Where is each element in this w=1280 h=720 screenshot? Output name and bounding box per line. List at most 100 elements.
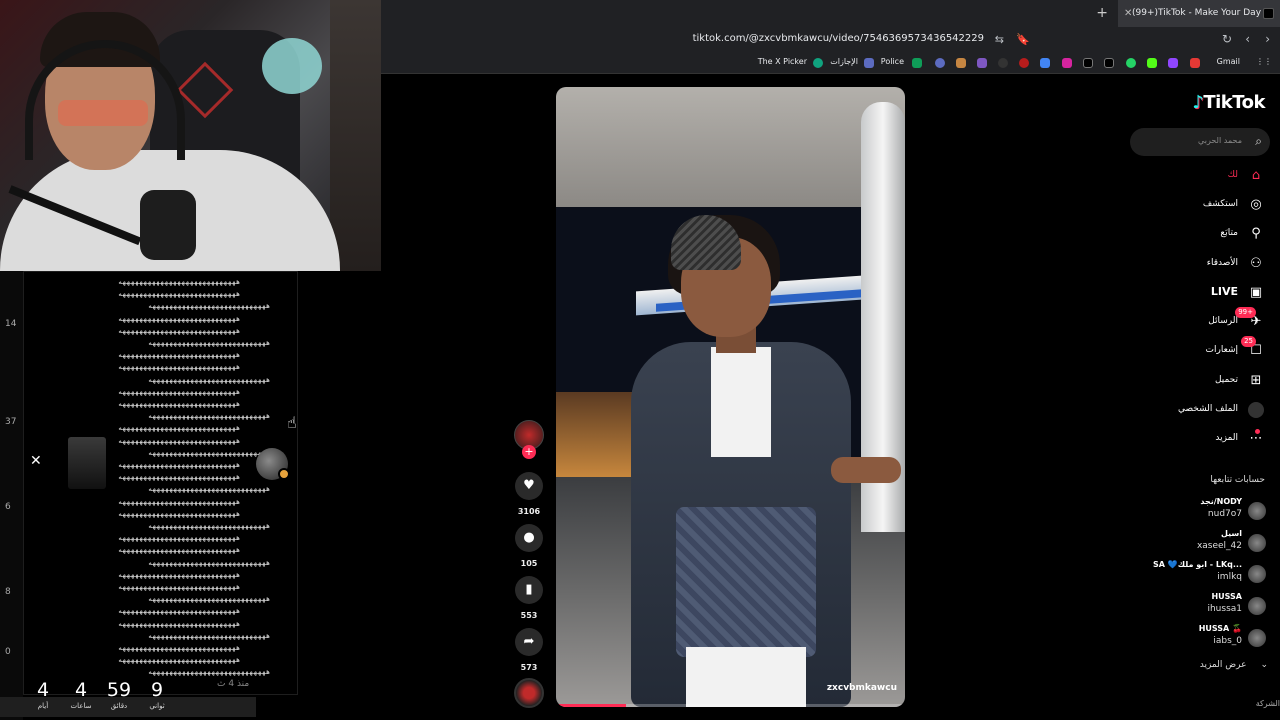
- notifications-badge: 25: [1241, 336, 1256, 347]
- see-more-button[interactable]: عرض المزيد ⌄: [1200, 660, 1268, 670]
- nav-notifications[interactable]: إشعارات ☐ 25: [1128, 336, 1268, 364]
- url-field[interactable]: tiktok.com/@zxcvbmkawcu/video/7546369573…: [693, 33, 984, 44]
- bookmark-star-icon[interactable]: 🔖: [1016, 33, 1030, 46]
- tiktok-bm-icon[interactable]: [1083, 58, 1093, 68]
- github-icon[interactable]: [998, 58, 1008, 68]
- commenter-avatar[interactable]: [256, 448, 290, 480]
- video-thumbnail[interactable]: [68, 437, 106, 489]
- nav-profile[interactable]: الملف الشخصي: [1128, 399, 1268, 423]
- account-name: SA 💙ابو ملك - LKq...: [1153, 560, 1242, 569]
- following-account[interactable]: اسيل xaseel_42: [1118, 529, 1268, 557]
- x-icon[interactable]: [1104, 58, 1114, 68]
- comment-text-line: ههههههههههههههههههههههههههههه: [118, 607, 241, 616]
- kick-icon[interactable]: [1147, 58, 1157, 68]
- translate-icon[interactable]: [1040, 58, 1050, 68]
- comment-text-line: ههههههههههههههههههههههههههههه: [148, 558, 271, 567]
- home-icon: ⌂: [1251, 168, 1261, 183]
- nav-label: الرسائل: [1208, 316, 1238, 326]
- footer-company-link[interactable]: الشركة: [1256, 699, 1280, 708]
- close-tab-icon[interactable]: ✕: [1124, 0, 1132, 27]
- microphone: [140, 190, 196, 260]
- countdown-days: 4 أيام: [24, 678, 62, 720]
- site-icon[interactable]: [1019, 58, 1029, 68]
- following-account[interactable]: نجد/NODY nud7o7: [1118, 497, 1268, 525]
- browser-tab[interactable]: ✕ (99+)TikTok - Make Your Day: [1118, 0, 1280, 27]
- search-icon[interactable]: ⌕: [1255, 134, 1262, 149]
- nav-explore[interactable]: استكشف ◎: [1128, 194, 1268, 218]
- comment-text-line: ههههههههههههههههههههههههههههه: [118, 424, 241, 433]
- account-avatar: [1248, 629, 1266, 647]
- more-dot: [1255, 429, 1260, 434]
- bookmark-police[interactable]: Police: [881, 57, 904, 66]
- logo-text: TikTok: [1203, 92, 1265, 113]
- site-settings-icon[interactable]: ⇆: [995, 33, 1004, 46]
- new-tab-icon[interactable]: +: [1096, 0, 1108, 27]
- nav-following[interactable]: متابَع ⚲: [1128, 223, 1268, 247]
- comment-text-line: ههههههههههههههههههههههههههههه: [118, 546, 241, 555]
- nav-upload[interactable]: تحميل ⊞: [1128, 370, 1268, 394]
- instagram-icon[interactable]: [1062, 58, 1072, 68]
- following-account[interactable]: HUSSA 🍒 iabs_0: [1118, 624, 1268, 652]
- following-account[interactable]: HUSSA ihussa1: [1118, 592, 1268, 620]
- account-name: HUSSA 🍒: [1198, 624, 1242, 633]
- countdown-timer: 4 أيام 4 ساعات 59 دقائق 9 ثواني: [24, 678, 176, 720]
- profile-avatar: [1248, 402, 1264, 418]
- address-bar: tiktok.com/@zxcvbmkawcu/video/7546369573…: [381, 27, 1280, 53]
- nav-more[interactable]: المزيد ⋯: [1128, 428, 1268, 452]
- account-handle: xaseel_42: [1196, 541, 1242, 551]
- account-name: اسيل: [1220, 529, 1242, 538]
- video-person-arm: [831, 457, 901, 483]
- countdown-days-value: 4: [36, 679, 50, 701]
- bookmark-icon[interactable]: ▮: [515, 576, 543, 604]
- countdown-hours-label: ساعات: [70, 702, 92, 710]
- following-account[interactable]: SA 💙ابو ملك - LKq... imlkq: [1118, 560, 1268, 588]
- countdown-days-label: أيام: [37, 702, 49, 710]
- search-input[interactable]: محمد الحربي ⌕: [1130, 128, 1270, 156]
- nav-live[interactable]: LIVE ▣: [1128, 282, 1268, 306]
- comment-text-line: ههههههههههههههههههههههههههههه: [148, 668, 271, 677]
- live-icon: ▣: [1249, 285, 1263, 300]
- link-icon[interactable]: [935, 58, 945, 68]
- nav-label: استكشف: [1202, 199, 1238, 209]
- nav-for-you[interactable]: لك ⌂: [1128, 165, 1268, 189]
- twitch-icon[interactable]: [1168, 58, 1178, 68]
- video-player[interactable]: zxcvbmkawcu: [556, 87, 905, 707]
- nav-friends[interactable]: الأصدقاء ⚇: [1128, 253, 1268, 277]
- xpicker-icon[interactable]: [813, 58, 823, 68]
- see-more-label: عرض المزيد: [1199, 660, 1247, 670]
- list-icon[interactable]: [864, 58, 874, 68]
- reload-icon[interactable]: ↻: [1222, 32, 1232, 46]
- side-count: 8: [5, 587, 11, 597]
- compass-icon: ◎: [1250, 197, 1262, 212]
- video-progress-bar[interactable]: [556, 704, 905, 707]
- comment-bubble-icon[interactable]: ●: [515, 524, 543, 552]
- nav-label: لك: [1227, 170, 1238, 180]
- apps-grid-icon[interactable]: ⋮⋮: [1256, 57, 1272, 66]
- comment-text-line: ههههههههههههههههههههههههههههه: [148, 302, 271, 311]
- bookmark-gmail[interactable]: Gmail: [1217, 57, 1240, 66]
- bookmark-holidays[interactable]: الإجازات: [830, 57, 858, 66]
- youtube-icon[interactable]: [1190, 58, 1200, 68]
- back-icon[interactable]: ‹: [1245, 32, 1250, 46]
- comment-text-line: ههههههههههههههههههههههههههههه: [148, 448, 271, 457]
- music-disc-icon[interactable]: [514, 678, 544, 708]
- forward-icon[interactable]: ›: [1265, 32, 1270, 46]
- follow-plus-icon[interactable]: +: [522, 445, 536, 459]
- close-comments-icon[interactable]: ✕: [30, 453, 42, 469]
- like-heart-icon[interactable]: ♥: [515, 472, 543, 500]
- side-count: 37: [5, 417, 17, 427]
- comment-text-line: ههههههههههههههههههههههههههههه: [118, 363, 241, 372]
- folder-icon[interactable]: [956, 58, 966, 68]
- sheets-icon[interactable]: [912, 58, 922, 68]
- nav-messages[interactable]: الرسائل ✈ 99+: [1128, 307, 1268, 335]
- comment-text-line: ههههههههههههههههههههههههههههه: [118, 351, 241, 360]
- nav-label: الأصدقاء: [1206, 258, 1238, 268]
- comment-text-line: ههههههههههههههههههههههههههههه: [118, 461, 241, 469]
- share-arrow-icon[interactable]: ➦: [515, 628, 543, 656]
- chevron-down-icon: ⌄: [1260, 660, 1268, 670]
- s-icon[interactable]: [977, 58, 987, 68]
- account-handle: ihussa1: [1207, 604, 1242, 614]
- bookmark-xpicker[interactable]: The X Picker: [758, 57, 807, 66]
- whatsapp-icon[interactable]: [1126, 58, 1136, 68]
- tiktok-logo[interactable]: ♪TikTok: [1192, 92, 1265, 113]
